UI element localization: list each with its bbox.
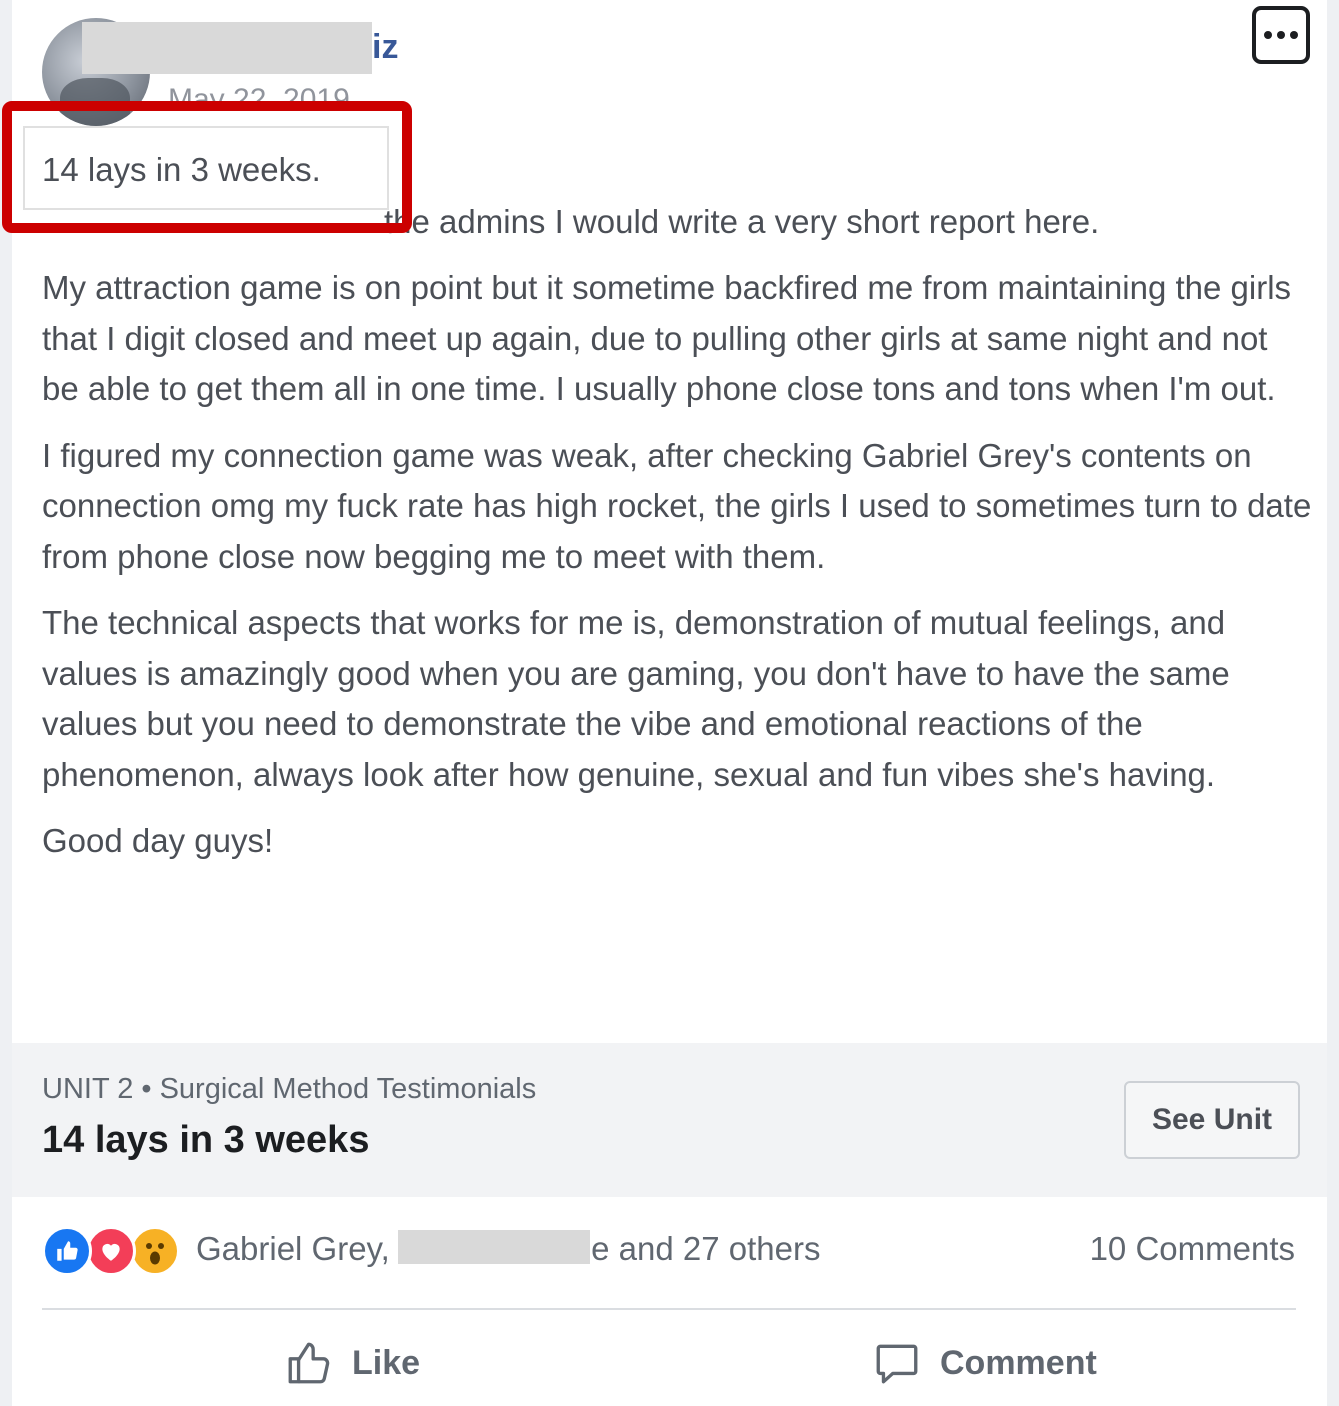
more-dot-icon bbox=[1290, 31, 1298, 39]
reaction-names-start[interactable]: Gabriel Grey, bbox=[196, 1230, 390, 1267]
author-name-suffix[interactable]: iz bbox=[372, 28, 398, 67]
more-options-button[interactable] bbox=[1252, 6, 1310, 64]
see-unit-button[interactable]: See Unit bbox=[1124, 1081, 1300, 1159]
post-title-line: 14 lays in 3 weeks. bbox=[42, 151, 321, 188]
love-reaction-icon bbox=[86, 1226, 136, 1276]
more-dot-icon bbox=[1277, 31, 1285, 39]
unit-eyebrow: UNIT 2 • Surgical Method Testimonials bbox=[42, 1073, 537, 1105]
actions-divider bbox=[42, 1308, 1296, 1310]
reaction-icons[interactable] bbox=[42, 1226, 180, 1276]
unit-attachment[interactable]: UNIT 2 • Surgical Method Testimonials 14… bbox=[12, 1043, 1327, 1197]
redacted-reactor-name bbox=[398, 1230, 590, 1264]
unit-title[interactable]: 14 lays in 3 weeks bbox=[42, 1119, 369, 1162]
page: iz May 22, 2019 the admins I would write… bbox=[0, 0, 1339, 1406]
comment-button-label: Comment bbox=[940, 1343, 1097, 1382]
post-paragraph: My attraction game is on point but it so… bbox=[42, 269, 1292, 407]
post-paragraph: The technical aspects that works for me … bbox=[42, 604, 1230, 793]
like-reaction-icon bbox=[42, 1226, 92, 1276]
wow-reaction-icon bbox=[130, 1226, 180, 1276]
redacted-author-name bbox=[82, 22, 372, 74]
like-button-label: Like bbox=[352, 1343, 421, 1382]
like-button[interactable]: Like bbox=[284, 1330, 420, 1396]
post-paragraph: I figured my connection game was weak, a… bbox=[42, 436, 1312, 575]
more-dot-icon bbox=[1264, 31, 1272, 39]
post-body: the admins I would write a very short re… bbox=[42, 146, 1312, 883]
comment-bubble-icon bbox=[876, 1344, 918, 1384]
reaction-names-end[interactable]: le and 27 others bbox=[584, 1230, 821, 1267]
thumbs-up-icon bbox=[288, 1342, 330, 1384]
post-card: iz May 22, 2019 the admins I would write… bbox=[2, 0, 1327, 1406]
comment-button[interactable]: Comment bbox=[872, 1330, 1097, 1396]
comments-count-link[interactable]: 10 Comments bbox=[1090, 1230, 1295, 1268]
post-paragraph: Good day guys! bbox=[42, 822, 274, 859]
